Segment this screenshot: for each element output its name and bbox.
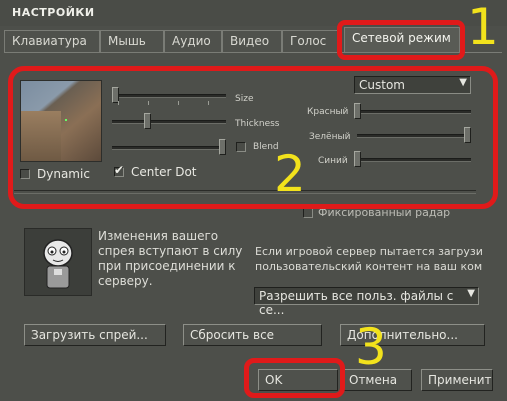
load-spray-button[interactable]: Загрузить спрей...: [24, 324, 166, 346]
tab-keyboard[interactable]: Клавиатура: [4, 30, 100, 52]
spray-info-text: Изменения вашего спрея вступают в силу п…: [98, 229, 243, 288]
annotation-box-3: [244, 358, 345, 398]
annotation-number-1: 1: [467, 0, 499, 56]
spray-preview: [24, 228, 92, 296]
annotation-number-2: 2: [274, 145, 306, 203]
window-title: НАСТРОЙКИ: [12, 6, 95, 19]
annotation-number-3: 3: [355, 318, 387, 376]
chevron-down-icon: ▼: [467, 288, 475, 299]
tab-mouse[interactable]: Мышь: [100, 30, 164, 52]
reset-all-button[interactable]: Сбросить все: [183, 324, 322, 346]
apply-button[interactable]: Применить: [421, 369, 493, 391]
server-download-text: Если игровой сервер пытается загрузи пол…: [255, 245, 483, 273]
spray-avatar-icon: [43, 239, 73, 289]
annotation-box-1: [337, 20, 465, 60]
tab-video[interactable]: Видео: [222, 30, 282, 52]
annotation-box-2: [8, 66, 498, 209]
download-filter-dropdown[interactable]: Разрешить все польз. файлы с се... ▼: [254, 287, 479, 317]
fixed-radar-checkbox[interactable]: [303, 208, 313, 218]
tab-voice[interactable]: Голос: [282, 30, 342, 52]
tab-audio[interactable]: Аудио: [164, 30, 222, 52]
